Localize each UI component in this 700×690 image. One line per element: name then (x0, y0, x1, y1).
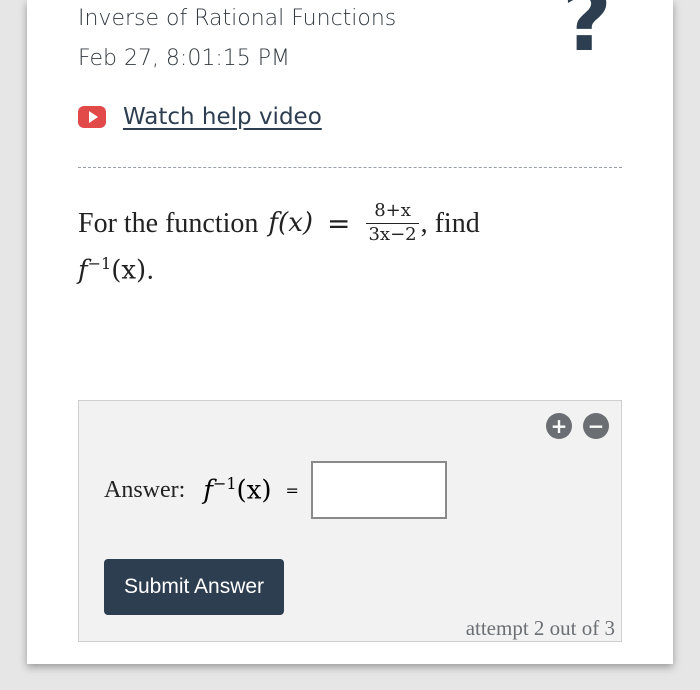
equals-sign: = (327, 206, 351, 240)
attempt-counter: attempt 2 out of 3 (465, 616, 615, 640)
help-question-icon[interactable]: ? (562, 0, 612, 64)
watch-help-video-link[interactable]: Watch help video (78, 104, 322, 130)
fraction-numerator: 8+x (374, 200, 411, 221)
inverse-base: f (78, 255, 88, 286)
submit-answer-button[interactable]: Submit Answer (104, 559, 284, 615)
answer-label: Answer: (104, 476, 186, 503)
answer-lhs-exponent: −1 (212, 474, 237, 494)
inverse-arg: (x). (111, 255, 155, 286)
question-prefix: For the function (78, 207, 259, 239)
answer-panel: + − Answer: f−1(x) = Submit Answer attem… (78, 400, 622, 642)
play-video-icon (78, 106, 106, 128)
fraction: 8+x 3x−2 (366, 200, 419, 246)
assignment-title: Inverse of Rational Functions (78, 6, 397, 31)
answer-row: Answer: f−1(x) = (104, 461, 447, 519)
fraction-denominator: 3x−2 (366, 222, 419, 245)
answer-lhs: f−1(x) (203, 474, 271, 506)
function-lhs: f(x) (268, 207, 313, 238)
help-video-label[interactable]: Watch help video (123, 104, 322, 130)
inverse-target: f−1(x). (78, 254, 638, 287)
question-suffix: , find (420, 207, 480, 239)
divider (78, 167, 622, 168)
answer-input[interactable] (310, 461, 447, 519)
question-card: Inverse of Rational Functions Feb 27, 8:… (27, 0, 673, 664)
answer-equals: = (285, 480, 299, 500)
timestamp: Feb 27, 8:01:15 PM (78, 46, 290, 71)
question-text: For the function f(x) = 8+x 3x−2 , find … (78, 200, 638, 287)
answer-lhs-base: f (203, 475, 213, 506)
zoom-out-icon[interactable]: − (583, 413, 609, 439)
zoom-in-icon[interactable]: + (546, 413, 572, 439)
answer-lhs-arg: (x) (236, 475, 272, 506)
inverse-exponent: −1 (87, 254, 112, 273)
